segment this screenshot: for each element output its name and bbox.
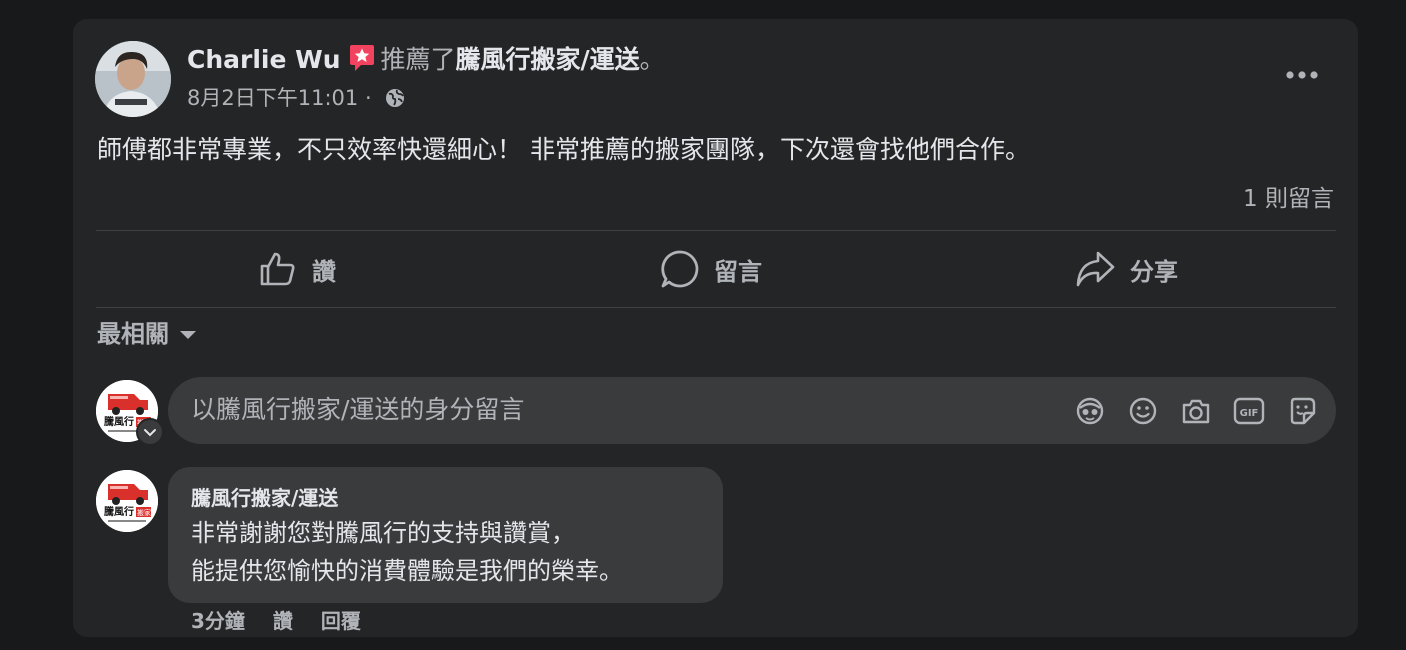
emoji-button[interactable]	[1127, 395, 1159, 427]
recommend-star-icon	[349, 45, 374, 71]
recommended-page-link[interactable]: 騰風行搬家/運送	[456, 45, 640, 74]
caret-down-icon	[180, 331, 196, 339]
recommend-verb: 推薦了	[380, 45, 456, 74]
sticker-button[interactable]	[1286, 395, 1318, 427]
divider-bottom	[96, 307, 1336, 308]
svg-text:搬家: 搬家	[137, 508, 151, 517]
reply-text-line-1: 非常謝謝您對騰風行的支持與讚賞，	[191, 519, 575, 547]
reply-actions: 3分鐘 讚 回覆	[191, 605, 389, 637]
camera-button[interactable]	[1180, 395, 1212, 427]
comment-label: 留言	[714, 257, 762, 286]
switch-identity-button[interactable]	[136, 418, 164, 446]
sort-label: 最相關	[97, 320, 169, 348]
reply-reply-button[interactable]: 回覆	[321, 609, 361, 633]
author-avatar[interactable]	[95, 41, 171, 117]
emoji-icon	[1129, 397, 1157, 425]
thumbs-up-icon	[260, 252, 295, 286]
reply-page-avatar[interactable]: 騰風行 搬家	[96, 470, 158, 532]
reply-author-name[interactable]: 騰風行搬家/運送	[191, 483, 338, 513]
meta-separator: ·	[364, 86, 372, 110]
comment-bubble-icon	[661, 250, 699, 288]
more-options-button[interactable]	[1280, 60, 1324, 90]
svg-text:騰風行: 騰風行	[104, 505, 134, 518]
post-body-text: 師傅都非常專業，不只效率快還細心！ 非常推薦的搬家團隊，下次還會找他們合作。	[97, 135, 1030, 164]
sticker-icon	[1290, 397, 1316, 425]
comment-composer[interactable]: 以騰風行搬家/運送的身分留言 GIF	[168, 377, 1336, 444]
post-timestamp[interactable]: 8月2日下午11:01	[187, 86, 358, 110]
chevron-down-icon	[144, 428, 156, 436]
header-period: 。	[639, 45, 665, 74]
camera-icon	[1182, 399, 1210, 424]
comment-count-link[interactable]: 1 則留言	[1243, 182, 1334, 216]
comment-sort-dropdown[interactable]: 最相關	[97, 316, 197, 352]
comment-button[interactable]: 留言	[660, 245, 762, 293]
avatar-sticker-icon	[1076, 397, 1104, 425]
reply-like-button[interactable]: 讚	[273, 609, 293, 633]
divider-top	[96, 230, 1336, 231]
comment-input-placeholder[interactable]: 以騰風行搬家/運送的身分留言	[191, 391, 524, 429]
post-meta: 8月2日下午11:01 ·	[187, 83, 406, 113]
svg-text:騰風行: 騰風行	[104, 415, 134, 428]
reply-comment-bubble: 騰風行搬家/運送 非常謝謝您對騰風行的支持與讚賞， 能提供您愉快的消費體驗是我們…	[168, 467, 723, 603]
author-avatar-photo	[95, 41, 171, 117]
share-arrow-icon	[1076, 251, 1115, 287]
more-horizontal-icon	[1286, 71, 1318, 79]
like-label: 讚	[312, 257, 336, 286]
reply-text-line-2: 能提供您愉快的消費體驗是我們的榮幸。	[191, 557, 623, 585]
share-button[interactable]: 分享	[1074, 245, 1178, 293]
share-label: 分享	[1130, 257, 1178, 286]
svg-text:GIF: GIF	[1240, 408, 1259, 419]
gif-icon: GIF	[1233, 397, 1265, 425]
post-header: Charlie Wu 推薦了騰風行搬家/運送。	[187, 42, 665, 78]
page-logo: 騰風行 搬家	[96, 470, 158, 532]
like-button[interactable]: 讚	[258, 245, 336, 293]
avatar-sticker-button[interactable]	[1074, 395, 1106, 427]
globe-icon[interactable]	[384, 87, 406, 109]
reply-timestamp[interactable]: 3分鐘	[191, 609, 245, 633]
gif-button[interactable]: GIF	[1233, 395, 1265, 427]
author-name[interactable]: Charlie Wu	[187, 45, 341, 74]
